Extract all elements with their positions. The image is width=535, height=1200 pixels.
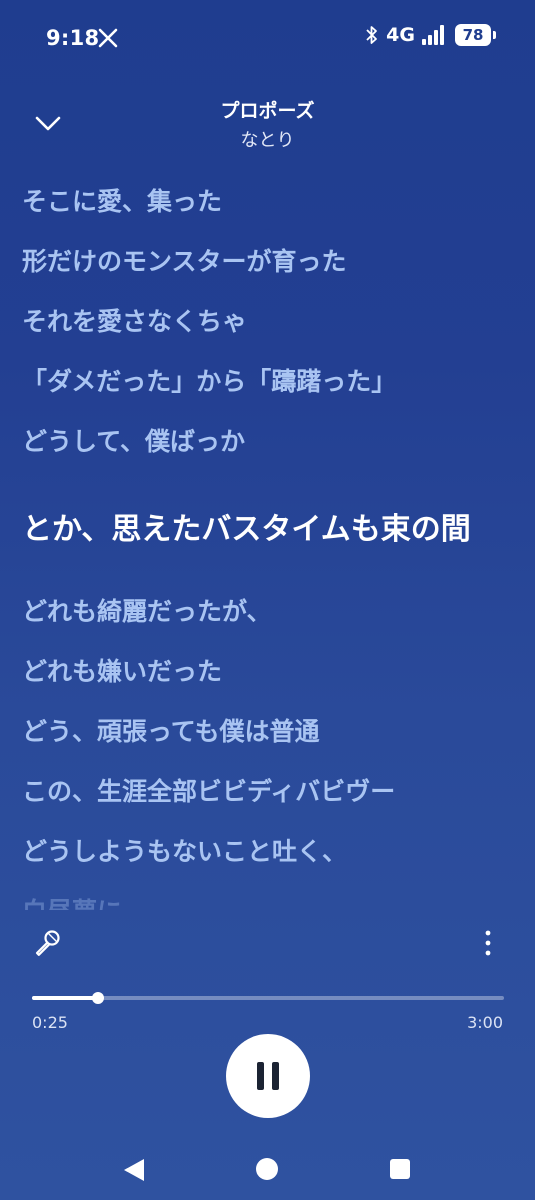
- recents-icon[interactable]: [390, 1159, 410, 1179]
- lyric-line[interactable]: どう、頑張っても僕は普通: [22, 712, 320, 748]
- lyric-line[interactable]: 「ダメだった」から「躊躇った」: [22, 362, 396, 398]
- battery-icon: 78: [455, 24, 496, 46]
- song-artist[interactable]: なとり: [0, 126, 535, 152]
- status-time: 9:18: [46, 26, 100, 50]
- lyric-line-active[interactable]: とか、思えたバスタイムも束の間: [22, 504, 471, 548]
- back-icon[interactable]: [120, 1156, 148, 1184]
- lyric-line[interactable]: どうしようもないこと吐く、: [22, 832, 347, 868]
- microphone-button[interactable]: [30, 926, 64, 960]
- pause-button[interactable]: [226, 1034, 310, 1118]
- lyric-line[interactable]: どれも嫌いだった: [22, 652, 222, 688]
- lyric-line[interactable]: それを愛さなくちゃ: [22, 302, 247, 338]
- network-label: 4G: [386, 24, 415, 46]
- x-icon: [98, 28, 118, 48]
- home-icon[interactable]: [256, 1158, 278, 1180]
- lyrics-list[interactable]: そこに愛、集った 形だけのモンスターが育った それを愛さなくちゃ 「ダメだった」…: [22, 170, 522, 910]
- more-options-button[interactable]: [474, 926, 502, 960]
- status-indicators: 4G 78: [364, 24, 496, 46]
- song-title: プロポーズ: [220, 100, 315, 122]
- pause-icon: [257, 1062, 279, 1090]
- more-vertical-icon: [485, 930, 491, 956]
- signal-icon: [422, 25, 444, 45]
- lyric-line[interactable]: この、生涯全部ビビディバビヴー: [22, 772, 395, 808]
- bluetooth-icon: [366, 26, 378, 44]
- total-time: 3:00: [467, 1013, 503, 1032]
- lyric-line[interactable]: 白昼夢に: [22, 892, 122, 910]
- microphone-icon: [35, 930, 60, 956]
- lyric-line[interactable]: そこに愛、集った: [22, 182, 222, 218]
- current-time: 0:25: [32, 1013, 68, 1032]
- status-bar: 9:18 4G 78: [0, 0, 535, 76]
- battery-level: 78: [462, 26, 484, 44]
- progress-fill: [32, 996, 98, 1000]
- lyric-line[interactable]: どうして、僕ばっか: [22, 422, 245, 458]
- progress-thumb[interactable]: [91, 992, 104, 1004]
- progress-slider[interactable]: [32, 992, 504, 1004]
- lyric-line[interactable]: 形だけのモンスターが育った: [22, 242, 347, 278]
- lyric-line[interactable]: どれも綺麗だったが、: [22, 592, 272, 628]
